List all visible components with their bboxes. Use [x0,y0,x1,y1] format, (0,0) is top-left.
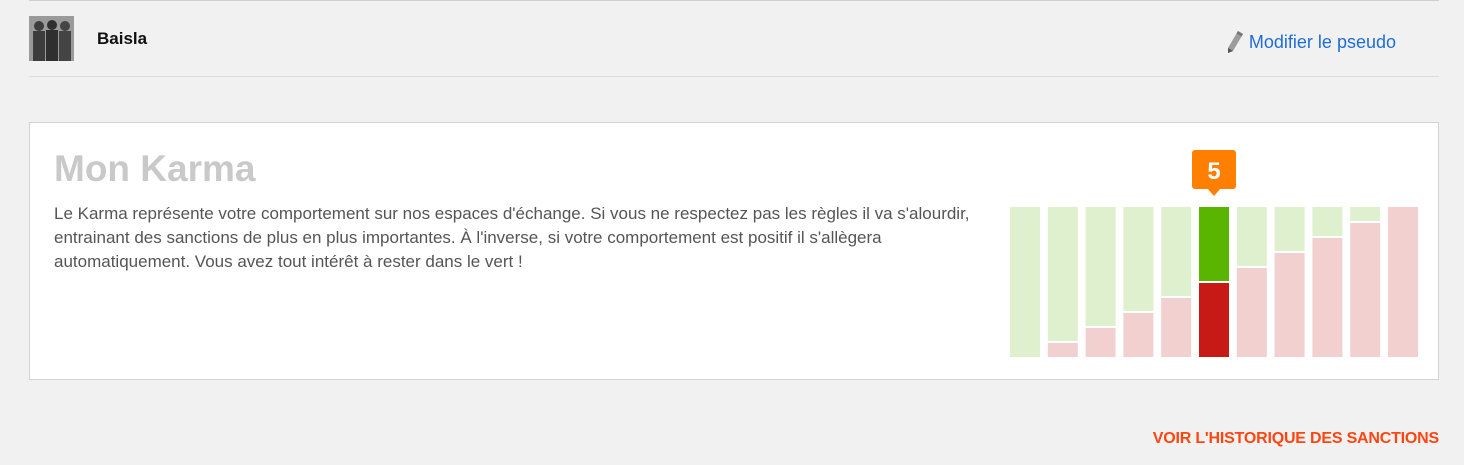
karma-description: Le Karma représente votre comportement s… [54,204,970,271]
karma-bar-green-5 [1161,207,1192,296]
karma-bar-green-7 [1236,207,1267,266]
karma-bar-red-8 [1274,253,1305,357]
user-row: Baisla Modifier le pseudo [29,1,1439,77]
sanctions-history-link[interactable]: VOIR L'HISTORIQUE DES SANCTIONS [1153,430,1439,448]
karma-bar-green-3 [1085,207,1116,326]
karma-level-badge: 5 [1192,150,1236,196]
karma-card: Mon Karma Le Karma représente votre comp… [29,122,1439,380]
avatar-image [29,16,74,61]
karma-bar-red-11 [1388,207,1418,357]
karma-bar-red-6 [1199,283,1229,357]
karma-title: Mon Karma [54,148,256,189]
karma-bar-red-10 [1350,223,1381,357]
karma-bar-red-3 [1085,328,1116,357]
karma-bar-green-4 [1123,207,1154,311]
karma-chart-svg: 5 [1010,150,1418,357]
karma-bar-green-10 [1350,207,1381,221]
karma-level-label: 5 [1207,158,1220,185]
avatar[interactable] [29,16,74,61]
karma-bar-green-6 [1199,207,1229,281]
karma-chart: 5 [1010,148,1420,358]
karma-bar-green-9 [1312,207,1343,236]
karma-bar-red-7 [1236,268,1267,357]
karma-bar-red-4 [1123,313,1154,357]
karma-bar-green-1 [1010,207,1040,357]
karma-bar-red-5 [1161,298,1192,357]
karma-bar-red-9 [1312,238,1343,357]
username: Baisla [97,29,148,48]
edit-pseudo-link[interactable]: Modifier le pseudo [1226,30,1396,54]
karma-bar-green-2 [1047,207,1078,341]
karma-bar-red-2 [1047,343,1078,357]
edit-pseudo-label: Modifier le pseudo [1248,31,1396,52]
pencil-icon [1226,30,1244,54]
karma-bar-green-8 [1274,207,1305,251]
